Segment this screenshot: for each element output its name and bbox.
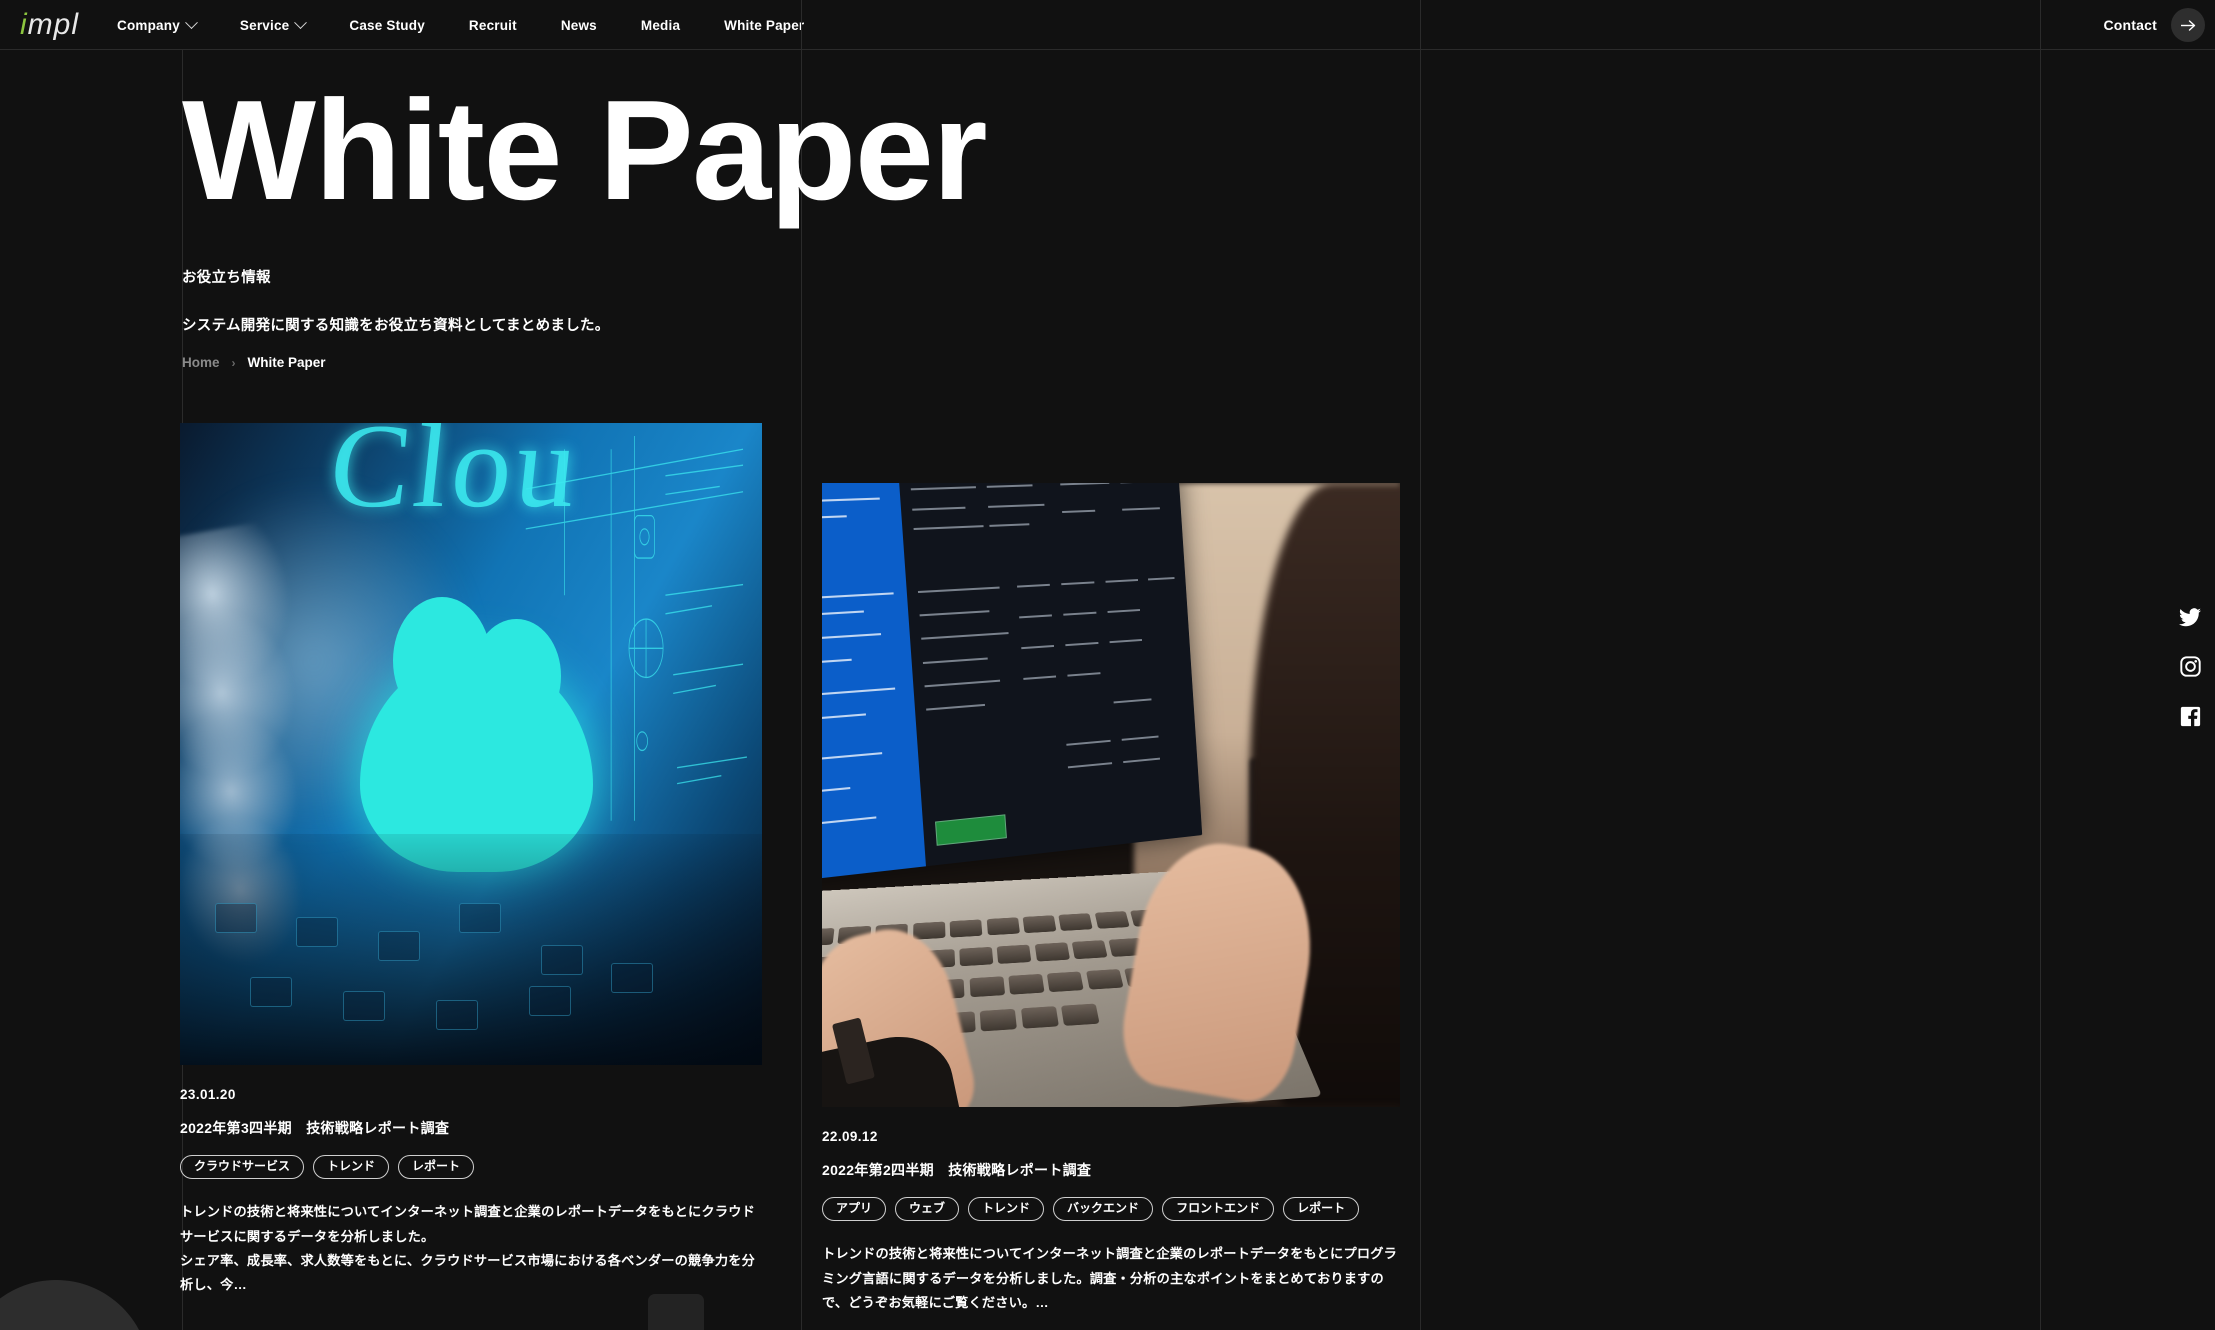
hero-description: システム開発に関する知識をお役立ち資料としてまとめました。 bbox=[182, 318, 610, 334]
header-divider bbox=[2040, 0, 2041, 50]
card-title[interactable]: 2022年第3四半期 技術戦略レポート調査 bbox=[180, 1118, 762, 1138]
hud-overlay-graphics bbox=[525, 435, 747, 821]
instagram-icon bbox=[2179, 656, 2201, 677]
card-thumbnail-cloud[interactable]: Clou bbox=[180, 423, 762, 1065]
nav-item-white-paper[interactable]: White Paper bbox=[702, 0, 826, 50]
page-title: White Paper bbox=[182, 71, 988, 230]
header-right-group: Contact bbox=[2103, 0, 2205, 50]
nav-item-recruit[interactable]: Recruit bbox=[447, 0, 539, 50]
card-date: 23.01.20 bbox=[180, 1087, 236, 1102]
grid-line-4 bbox=[2040, 0, 2041, 1330]
breadcrumb-separator-icon: › bbox=[231, 355, 236, 370]
page-root: i mpl Company Service Case Study Recruit … bbox=[0, 0, 2215, 1330]
decorative-square bbox=[648, 1294, 704, 1330]
facebook-link[interactable] bbox=[2180, 706, 2201, 727]
nav-label: White Paper bbox=[724, 17, 805, 33]
keyboard-overlay bbox=[180, 833, 762, 1065]
laptop-coding-image bbox=[822, 483, 1400, 1107]
nav-label: Service bbox=[239, 17, 290, 33]
chevron-down-icon bbox=[294, 15, 308, 29]
card-tag-list: アプリ ウェブ トレンド バックエンド フロントエンド レポート bbox=[822, 1197, 1400, 1222]
card-tag-list: クラウドサービス トレンド レポート bbox=[180, 1155, 762, 1180]
tag-chip[interactable]: アプリ bbox=[822, 1197, 887, 1222]
white-paper-card[interactable]: Clou 23.01.20 2022年第3四半期 技術戦略レポート調査 クラウド… bbox=[180, 423, 762, 1298]
nav-item-service[interactable]: Service bbox=[218, 0, 327, 50]
nav-item-case-study[interactable]: Case Study bbox=[327, 0, 447, 50]
nav-label: Recruit bbox=[468, 17, 517, 33]
main-navigation: Company Service Case Study Recruit News … bbox=[95, 0, 826, 50]
nav-label: News bbox=[560, 17, 597, 33]
card-excerpt: トレンドの技術と将来性についてインターネット調査と企業のレポートデータをもとにク… bbox=[180, 1204, 755, 1293]
breadcrumb: Home › White Paper bbox=[182, 355, 326, 370]
contact-arrow-button[interactable] bbox=[2171, 8, 2205, 42]
hero-kicker: お役立ち情報 bbox=[182, 270, 271, 286]
tag-chip[interactable]: ウェブ bbox=[895, 1197, 960, 1222]
tag-chip[interactable]: トレンド bbox=[968, 1197, 1045, 1222]
arrow-right-icon bbox=[2180, 19, 2195, 31]
grid-line-3 bbox=[1420, 0, 1421, 1330]
contact-label[interactable]: Contact bbox=[2103, 17, 2157, 33]
card-thumbnail-laptop[interactable] bbox=[822, 483, 1400, 1107]
site-logo[interactable]: i mpl bbox=[20, 8, 90, 42]
header-divider bbox=[801, 0, 802, 50]
logo-letters-mpl: mpl bbox=[27, 8, 80, 41]
tag-chip[interactable]: レポート bbox=[398, 1155, 475, 1180]
twitter-icon bbox=[2179, 608, 2201, 627]
nav-item-media[interactable]: Media bbox=[619, 0, 702, 50]
nav-item-news[interactable]: News bbox=[539, 0, 619, 50]
nav-label: Media bbox=[640, 17, 681, 33]
instagram-link[interactable] bbox=[2179, 656, 2201, 677]
hero-section: White Paper お役立ち情報 システム開発に関する知識をお役立ち資料とし… bbox=[182, 71, 988, 335]
twitter-link[interactable] bbox=[2179, 608, 2201, 627]
facebook-icon bbox=[2180, 706, 2200, 727]
tag-chip[interactable]: トレンド bbox=[313, 1155, 390, 1180]
breadcrumb-home-link[interactable]: Home bbox=[182, 355, 220, 370]
header-divider bbox=[1420, 0, 1421, 50]
site-header: i mpl Company Service Case Study Recruit … bbox=[0, 0, 2215, 50]
white-paper-card[interactable]: 22.09.12 2022年第2四半期 技術戦略レポート調査 アプリ ウェブ ト… bbox=[822, 483, 1400, 1315]
card-date: 22.09.12 bbox=[822, 1129, 878, 1144]
logo-letter-i: i bbox=[20, 8, 28, 41]
tag-chip[interactable]: レポート bbox=[1283, 1197, 1360, 1222]
tag-chip[interactable]: クラウドサービス bbox=[180, 1155, 305, 1180]
social-links-rail bbox=[2179, 608, 2201, 727]
laptop-screen bbox=[822, 483, 1203, 881]
nav-label: Case Study bbox=[349, 17, 425, 33]
breadcrumb-current: White Paper bbox=[247, 355, 326, 370]
nav-label: Company bbox=[117, 17, 180, 33]
tag-chip[interactable]: フロントエンド bbox=[1162, 1197, 1275, 1222]
nav-item-company[interactable]: Company bbox=[95, 0, 218, 50]
card-excerpt: トレンドの技術と将来性についてインターネット調査と企業のレポートデータをもとにプ… bbox=[822, 1246, 1397, 1311]
decorative-circle bbox=[0, 1280, 150, 1330]
card-title[interactable]: 2022年第2四半期 技術戦略レポート調査 bbox=[822, 1160, 1400, 1180]
cloud-computing-image: Clou bbox=[180, 423, 762, 1065]
chevron-down-icon bbox=[185, 15, 198, 29]
tag-chip[interactable]: バックエンド bbox=[1053, 1197, 1154, 1222]
